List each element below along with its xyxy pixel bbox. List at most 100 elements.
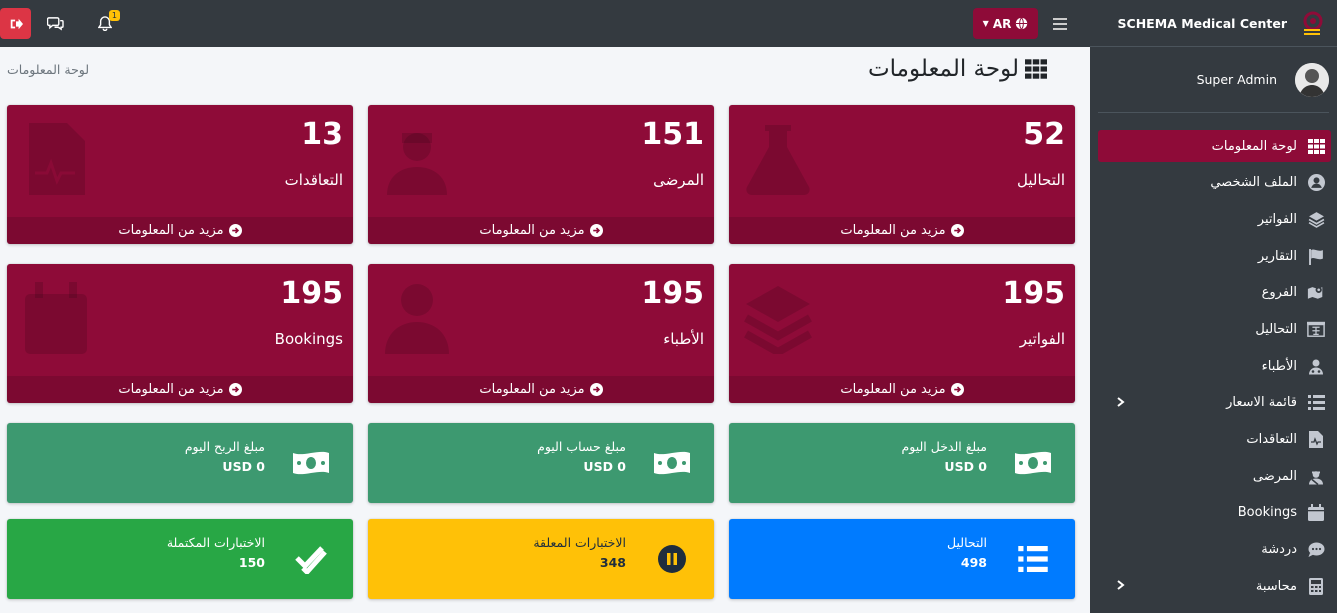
stat-card-patients: 151 المرضى مزيد من المعلومات [368,105,714,244]
list-icon [1307,394,1325,412]
more-info-link[interactable]: مزيد من المعلومات [729,376,1075,403]
flag-icon [1307,247,1325,265]
page-title: لوحة المعلومات [868,56,1047,82]
sidebar-item-label: التعاقدات [1246,432,1297,447]
sidebar-item-label: التقارير [1257,248,1297,264]
arrow-circle-right-icon [228,383,242,396]
more-info-link[interactable]: مزيد من المعلومات [729,217,1075,244]
calculator-icon [1307,577,1325,595]
user-name: Super Admin [1196,72,1277,87]
flask-icon [746,125,810,195]
stat-label: الفواتير [1019,330,1065,348]
logout-icon [10,18,23,29]
stat-number: 151 [641,117,704,152]
info-box-value: 150 [238,555,265,570]
stat-number: 195 [1002,276,1065,311]
sidebar-item-doctors[interactable]: الأطباء [1098,350,1331,382]
sidebar-item-accounting[interactable]: محاسبة [1098,570,1331,602]
sidebar-item-branches[interactable]: الفروع [1098,277,1331,309]
avatar [1295,62,1329,97]
stat-label: التعاقدات [284,171,343,189]
brand-link[interactable]: SCHEMA Medical Center [1090,0,1337,47]
sidebar: SCHEMA Medical Center Super Admin لوحة ا… [1090,0,1337,613]
notifications-button[interactable]: 1 [90,8,120,39]
sidebar-item-label: الفواتير [1257,211,1297,227]
notification-badge: 1 [108,10,120,21]
info-box-tests: التحاليل 498 [729,519,1075,599]
check-double-icon [290,541,332,577]
info-box-pending-tests: الاختبارات المعلقة 348 [368,519,714,599]
sidebar-item-label: محاسبة [1255,578,1297,594]
sidebar-item-price-list[interactable]: قائمة الاسعار [1098,387,1331,419]
list-icon [1012,541,1054,577]
patient-icon [1307,467,1325,485]
more-info-text: مزيد من المعلومات [479,223,585,238]
stat-label: المرضى [653,171,704,189]
menu-toggle-button[interactable] [1048,8,1072,39]
info-box-label: مبلغ الدخل اليوم [901,439,988,454]
sidebar-item-label: Bookings [1237,505,1297,521]
more-info-text: مزيد من المعلومات [479,382,585,397]
chevron-left-icon [1117,397,1125,407]
stat-card-tests: 52 التحاليل مزيد من المعلومات [729,105,1075,244]
user-panel[interactable]: Super Admin [1098,47,1329,113]
info-box-label: مبلغ حساب اليوم [537,439,626,454]
language-dropdown[interactable]: ▼ AR [973,8,1038,39]
sidebar-item-contracts[interactable]: التعاقدات [1098,424,1331,456]
info-box-completed-tests: الاختبارات المكتملة 150 [7,519,353,599]
sidebar-item-chat[interactable]: دردشة [1098,534,1331,566]
sidebar-item-label: قائمة الاسعار [1226,395,1297,411]
sidebar-item-label: الملف الشخصي [1210,175,1297,191]
lab-icon [1307,320,1325,338]
info-box-label: الاختبارات المكتملة [166,535,265,550]
doctor-icon [385,284,449,354]
map-icon [1307,284,1325,302]
user-circle-icon [1307,174,1325,192]
stat-label: التحاليل [1017,171,1065,189]
more-info-link[interactable]: مزيد من المعلومات [7,217,353,244]
sidebar-item-reports[interactable]: التقارير [1098,240,1331,272]
sidebar-item-tests[interactable]: التحاليل [1098,313,1331,345]
messages-button[interactable] [42,8,68,39]
stat-number: 195 [641,276,704,311]
top-navbar: 1 ▼ AR [0,0,1090,47]
sidebar-item-invoices[interactable]: الفواتير [1098,203,1331,235]
brand-name: SCHEMA Medical Center [1117,15,1287,31]
bars-icon [1053,17,1067,30]
doctor-icon [1307,357,1325,375]
info-box-value: 348 [599,555,626,570]
info-box-income-today: مبلغ الدخل اليوم USD 0 [729,423,1075,503]
calendar-icon [1307,504,1325,522]
stat-number: 52 [1023,117,1065,152]
stat-card-contracts: 13 التعاقدات مزيد من المعلومات [7,105,353,244]
sidebar-item-patients[interactable]: المرضى [1098,460,1331,492]
breadcrumb[interactable]: لوحة المعلومات [7,62,89,77]
more-info-link[interactable]: مزيد من المعلومات [7,376,353,403]
sidebar-item-label: المرضى [1252,468,1297,484]
more-info-link[interactable]: مزيد من المعلومات [368,376,714,403]
stat-card-invoices: 195 الفواتير مزيد من المعلومات [729,264,1075,403]
sidebar-item-dashboard[interactable]: لوحة المعلومات [1098,130,1331,162]
sidebar-item-label: الفروع [1261,285,1297,301]
globe-icon [1016,17,1028,30]
more-info-text: مزيد من المعلومات [840,382,946,397]
layers-icon [744,286,812,354]
arrow-circle-right-icon [950,383,964,396]
patient-icon [387,133,447,195]
pause-icon [651,541,693,577]
info-box-label: الاختبارات المعلقة [533,535,626,550]
info-box-label: التحاليل [947,535,987,550]
more-info-text: مزيد من المعلومات [118,223,224,238]
chat-icon [1307,541,1325,559]
logout-button[interactable] [0,8,31,39]
stat-card-bookings: 195 Bookings مزيد من المعلومات [7,264,353,403]
layers-icon [1307,210,1325,228]
arrow-circle-right-icon [228,224,242,237]
stat-label: الأطباء [663,330,704,348]
sidebar-item-profile[interactable]: الملف الشخصي [1098,167,1331,199]
more-info-link[interactable]: مزيد من المعلومات [368,217,714,244]
calendar-icon [25,282,87,354]
stat-number: 195 [280,276,343,311]
sidebar-item-bookings[interactable]: Bookings [1098,497,1331,529]
grid-icon [1307,137,1325,155]
